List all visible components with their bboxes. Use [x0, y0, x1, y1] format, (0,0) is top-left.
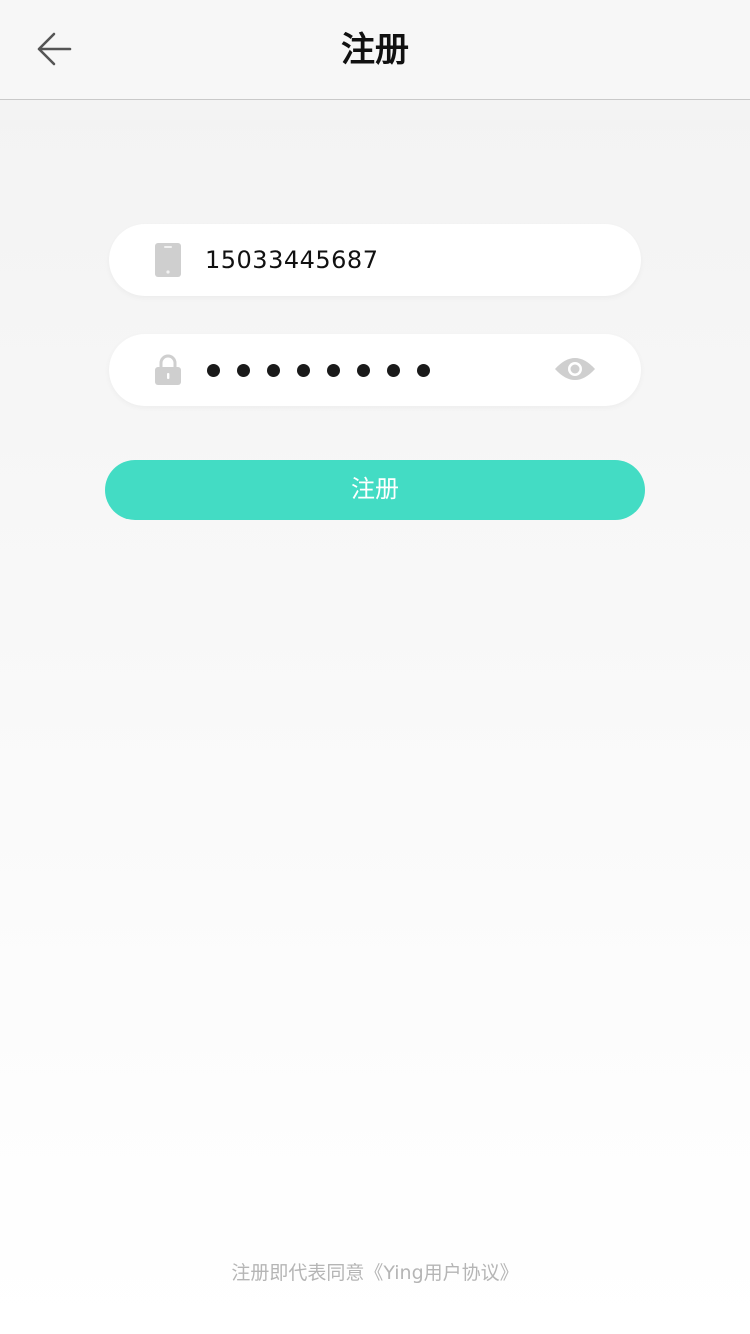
password-dot [357, 364, 370, 377]
password-dot [417, 364, 430, 377]
agreement-text[interactable]: 注册即代表同意《Ying用户协议》 [0, 1258, 750, 1288]
register-button[interactable]: 注册 [105, 460, 645, 520]
password-dot [207, 364, 220, 377]
password-dot [267, 364, 280, 377]
password-dot [237, 364, 250, 377]
toggle-password-visibility-button[interactable] [553, 354, 597, 388]
password-dot [387, 364, 400, 377]
lock-icon [153, 352, 183, 388]
phone-field[interactable] [109, 224, 641, 296]
page-title: 注册 [341, 30, 409, 70]
password-field[interactable] [109, 334, 641, 406]
nav-bar: 注册 [0, 0, 750, 100]
password-masked-value[interactable] [207, 364, 430, 378]
eye-icon [554, 355, 596, 387]
phone-icon [153, 242, 183, 278]
phone-input[interactable] [205, 240, 535, 280]
password-dot [327, 364, 340, 377]
password-dot [297, 364, 310, 377]
